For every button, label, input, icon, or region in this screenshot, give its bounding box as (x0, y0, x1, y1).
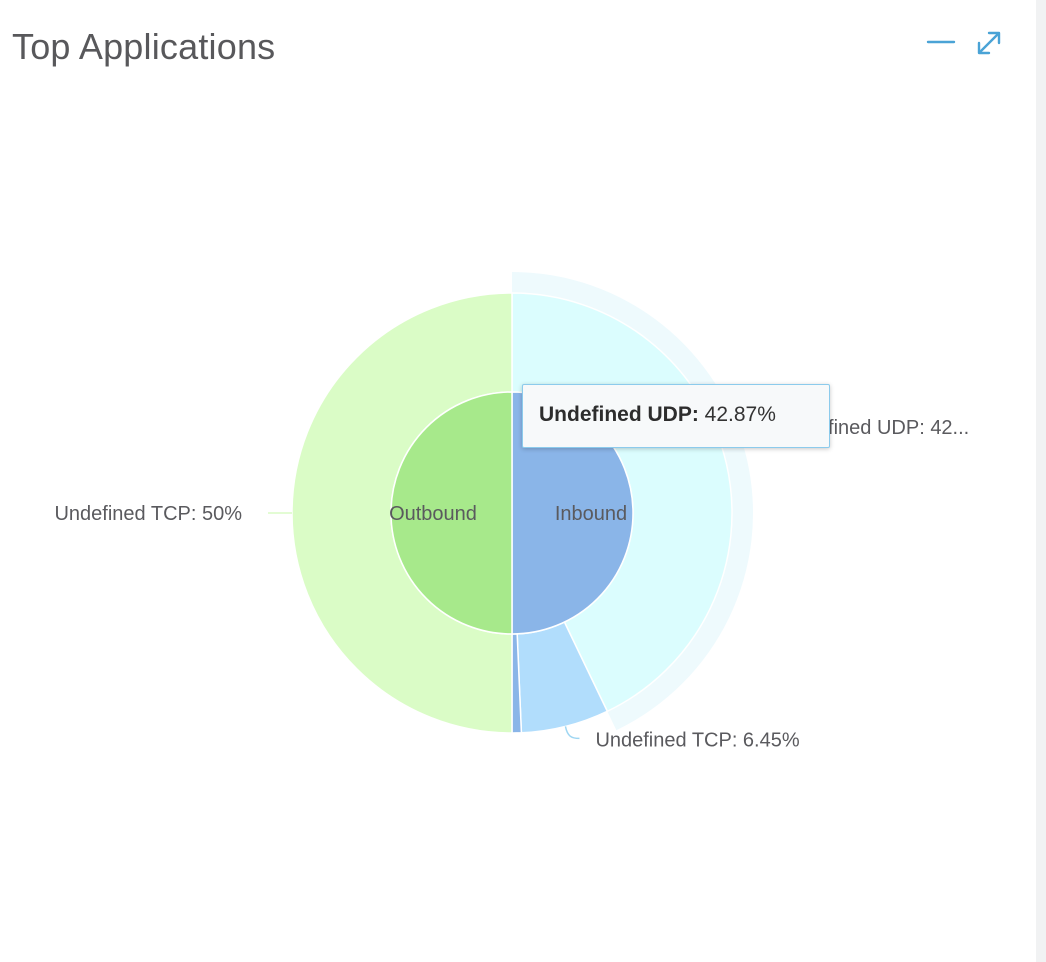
top-applications-chart: InboundOutboundUndefined UDP: 42...Undef… (54, 272, 969, 751)
chart-tooltip: Undefined UDP: 42.87% (522, 384, 830, 448)
outer-data-label: Undefined TCP: 50% (54, 503, 242, 525)
inner-label-outbound: Outbound (389, 503, 477, 525)
top-applications-panel: Top Applications Inbound Outbound Undefine… (0, 0, 1036, 962)
label-connector (564, 726, 580, 740)
outer-data-label: Undefined TCP: 6.45% (595, 729, 799, 751)
panel-scrollbar-track (1036, 0, 1046, 962)
tooltip-value: 42.87% (704, 403, 776, 426)
inner-label-inbound: Inbound (555, 503, 627, 525)
tooltip-name: Undefined UDP: (539, 403, 699, 426)
